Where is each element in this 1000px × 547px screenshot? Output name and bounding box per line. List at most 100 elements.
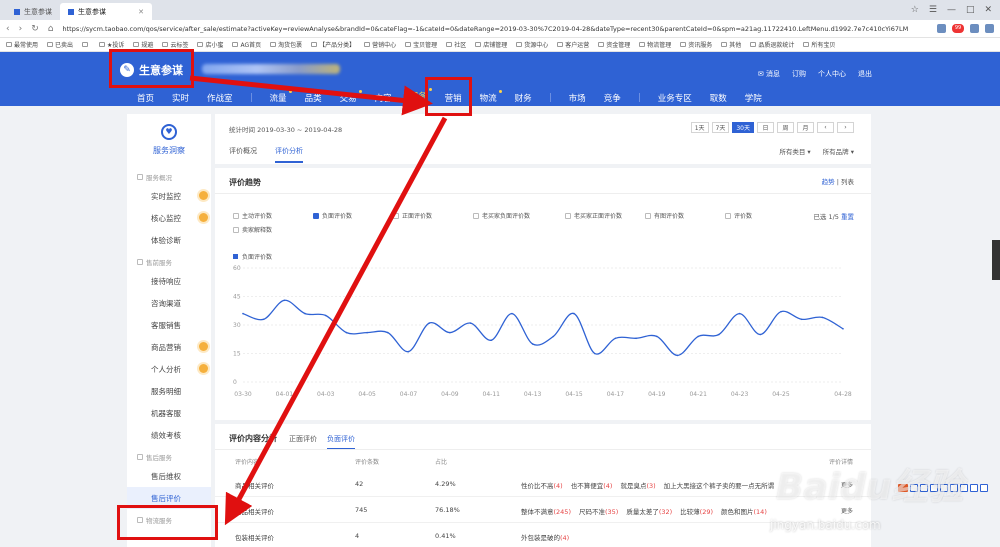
nav-item-2[interactable]: 作战室 <box>207 92 233 104</box>
range-button[interactable]: 日 <box>757 122 774 133</box>
ime-icon[interactable] <box>980 484 988 492</box>
range-button[interactable]: 1天 <box>690 122 709 133</box>
sidebar-item[interactable]: 售后维权 <box>127 465 211 487</box>
bookmark-item[interactable]: 营销中心 <box>364 40 396 49</box>
review-tag[interactable]: 性价比不高(4) <box>521 482 563 490</box>
list-view-link[interactable]: 列表 <box>841 178 854 186</box>
reload-icon[interactable]: ↻ <box>31 24 39 34</box>
menu-icon[interactable]: ☰ <box>929 5 937 15</box>
ime-icon[interactable] <box>970 484 978 492</box>
notification-badge[interactable]: 99 <box>952 24 964 33</box>
analysis-tab[interactable]: 评价分析 <box>275 146 303 163</box>
nav-item-11[interactable]: 市场 <box>569 92 586 104</box>
metric-checkbox[interactable]: 老买家正面评价数 <box>565 211 622 220</box>
extension-icon[interactable] <box>937 24 946 33</box>
sidebar-item[interactable]: 实时监控 <box>127 185 211 207</box>
checkbox-box[interactable] <box>393 212 399 219</box>
nav-item-1[interactable]: 实时 <box>172 92 189 104</box>
metric-checkbox[interactable]: 老买家负面评价数 <box>473 211 530 220</box>
bookmark-item[interactable]: 宝贝管理 <box>405 40 437 49</box>
checkbox-box[interactable] <box>473 212 479 219</box>
nav-item-5[interactable]: 交易 <box>340 89 362 104</box>
bookmark-item[interactable]: 云标签 <box>162 40 188 49</box>
favorite-icon[interactable]: ☆ <box>911 5 919 15</box>
range-button[interactable]: › <box>837 122 854 133</box>
bookmark-item[interactable]: 物流管理 <box>639 40 671 49</box>
checkbox-box[interactable] <box>233 226 239 233</box>
forward-icon[interactable]: › <box>19 24 23 34</box>
bookmark-item[interactable]: 客户运营 <box>557 40 589 49</box>
range-button[interactable]: ‹ <box>817 122 834 133</box>
extension-icon[interactable] <box>970 24 979 33</box>
bookmark-item[interactable]: AG首页 <box>232 40 261 49</box>
logout-link[interactable]: 退出 <box>858 69 872 79</box>
extension-icon[interactable] <box>985 24 994 33</box>
minimize-icon[interactable]: — <box>947 5 956 15</box>
range-button[interactable]: 7天 <box>711 122 730 133</box>
url-input[interactable]: https://sycm.taobao.com/qos/service/afte… <box>62 25 928 33</box>
nav-item-4[interactable]: 品类 <box>305 92 322 104</box>
profile-link[interactable]: 个人中心 <box>818 69 846 79</box>
checkbox-box[interactable] <box>313 212 319 219</box>
range-button[interactable]: 月 <box>797 122 814 133</box>
nav-item-0[interactable]: 首页 <box>137 92 154 104</box>
review-tag[interactable]: 质量太差了(32) <box>626 508 672 516</box>
sidebar-item[interactable]: 咨询渠道 <box>127 292 211 314</box>
sidebar-item[interactable]: 个人分析 <box>127 358 211 380</box>
bookmark-item[interactable]: 最常使用 <box>6 40 38 49</box>
metric-checkbox[interactable]: 负面评价数 <box>313 211 352 220</box>
sidebar-item[interactable]: 体验诊断 <box>127 229 211 251</box>
metric-checkbox[interactable]: 主动评价数 <box>233 211 272 220</box>
review-tag[interactable]: 整体不满意(245) <box>521 508 571 516</box>
checkbox-box[interactable] <box>233 212 239 219</box>
bookmark-item[interactable]: 社区 <box>446 40 466 49</box>
sidebar-item[interactable]: 接待响应 <box>127 270 211 292</box>
category-select[interactable]: 所有类目 ▾ <box>779 146 810 156</box>
sidebar-item[interactable]: 服务明细 <box>127 380 211 402</box>
message-link[interactable]: ✉ 消息 <box>758 69 780 79</box>
nav-item-15[interactable]: 学院 <box>745 92 762 104</box>
review-tag[interactable]: 也不算便宜(4) <box>571 482 613 490</box>
bookmark-item[interactable]: 货源中心 <box>516 40 548 49</box>
nav-item-9[interactable]: 物流 <box>480 89 502 104</box>
bookmark-item[interactable]: 店小蜜 <box>197 40 223 49</box>
review-tag[interactable]: 加上大黑接这个裤子卖的要一点无所谓 <box>664 482 775 490</box>
reset-link[interactable]: 重置 <box>841 213 854 221</box>
brand-select[interactable]: 所有品牌 ▾ <box>823 146 854 156</box>
close-window-icon[interactable]: ✕ <box>984 5 992 15</box>
bookmark-item[interactable]: 已卖出 <box>47 40 73 49</box>
review-tag[interactable]: 就是臭点(3) <box>620 482 655 490</box>
browser-tab-2[interactable]: 生意参谋 ✕ <box>60 3 152 20</box>
bookmark-item[interactable]: 所有宝贝 <box>803 40 835 49</box>
metric-checkbox[interactable]: 有图评价数 <box>645 211 684 220</box>
nav-item-3[interactable]: 流量 <box>270 89 292 104</box>
bookmark-item[interactable]: ★投诉 <box>99 40 124 49</box>
nav-item-14[interactable]: 取数 <box>710 92 727 104</box>
checkbox-box[interactable] <box>725 212 731 219</box>
trend-view-link[interactable]: 趋势 <box>822 178 835 186</box>
sidebar-item[interactable]: 机器客服 <box>127 402 211 424</box>
range-button[interactable]: 30天 <box>732 122 754 133</box>
browser-tab-1[interactable]: 生意参谋 <box>6 3 60 20</box>
bookmark-item[interactable] <box>82 42 90 47</box>
order-link[interactable]: 订购 <box>792 69 806 79</box>
sidebar-item[interactable]: 商品营销 <box>127 336 211 358</box>
bookmark-item[interactable]: 其他 <box>721 40 741 49</box>
review-tag[interactable]: 外包装是破的(4) <box>521 534 569 542</box>
bookmark-item[interactable]: 店铺管理 <box>475 40 507 49</box>
range-button[interactable]: 周 <box>777 122 794 133</box>
nav-item-12[interactable]: 竞争 <box>604 92 621 104</box>
analysis-tab[interactable]: 评价概况 <box>229 146 257 163</box>
tab-negative[interactable]: 负面评价 <box>327 434 355 450</box>
maximize-icon[interactable]: □ <box>966 5 975 15</box>
back-icon[interactable]: ‹ <box>6 24 10 34</box>
nav-item-6[interactable]: 内容 <box>375 92 392 104</box>
checkbox-box[interactable] <box>645 212 651 219</box>
tab-positive[interactable]: 正面评价 <box>289 434 317 450</box>
checkbox-box[interactable] <box>565 212 571 219</box>
sidebar-item[interactable]: 核心监控 <box>127 207 211 229</box>
bookmark-item[interactable]: 资金管理 <box>598 40 630 49</box>
scrollbar-handle[interactable] <box>992 240 1000 280</box>
bookmark-item[interactable]: 淘货包裹 <box>270 40 302 49</box>
bookmark-item[interactable]: 品质退款统计 <box>750 40 794 49</box>
